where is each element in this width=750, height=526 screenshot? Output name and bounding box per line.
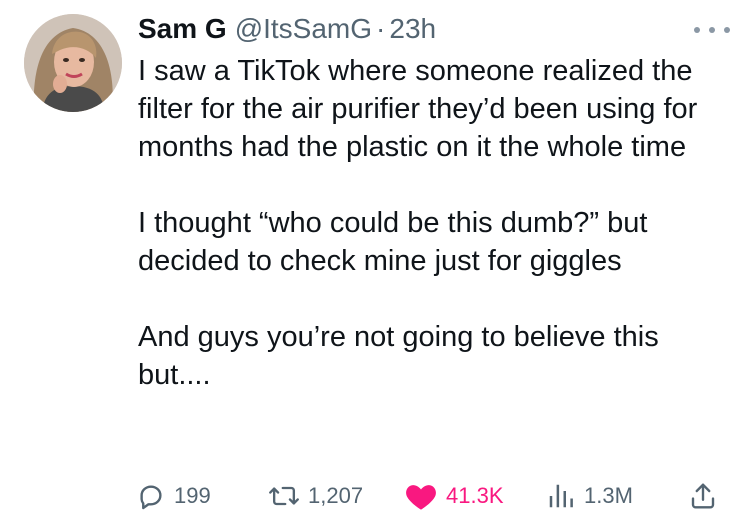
- more-dots-icon: [724, 27, 730, 33]
- more-options-button[interactable]: [694, 20, 730, 40]
- views-button[interactable]: 1.3M: [546, 478, 633, 514]
- retweet-count: 1,207: [308, 483, 364, 508]
- tweet-header: Sam G @ItsSamG · 23h: [138, 10, 436, 48]
- share-upload-icon: [691, 483, 715, 509]
- more-dots-icon: [694, 27, 700, 33]
- like-button[interactable]: 41.3K: [404, 478, 504, 514]
- share-button[interactable]: [688, 478, 718, 514]
- avatar[interactable]: [24, 14, 122, 112]
- heart-icon: [406, 485, 436, 510]
- like-count: 41.3K: [446, 483, 504, 508]
- timestamp[interactable]: 23h: [389, 13, 436, 45]
- user-handle[interactable]: @ItsSamG: [235, 13, 372, 45]
- tweet-text: I saw a TikTok where someone realized th…: [138, 52, 728, 394]
- retweet-arrows-icon: [269, 486, 299, 506]
- separator-dot: ·: [376, 13, 386, 44]
- views-count: 1.3M: [584, 483, 633, 508]
- more-dots-icon: [709, 27, 715, 33]
- tweet: Sam G @ItsSamG · 23h I saw a TikTok wher…: [0, 0, 750, 526]
- bar-chart-icon: [549, 484, 573, 508]
- reply-button[interactable]: 199: [136, 478, 211, 514]
- reply-count: 199: [174, 483, 211, 508]
- display-name[interactable]: Sam G: [138, 13, 227, 45]
- avatar-image: [24, 14, 122, 112]
- action-bar: 199 1,207 41.3K 1.3M: [136, 478, 726, 514]
- tweet-paragraph-3: And guys you’re not going to believe thi…: [138, 321, 659, 391]
- tweet-paragraph-2: I thought “who could be this dumb?” but …: [138, 207, 648, 277]
- tweet-paragraph-1: I saw a TikTok where someone realized th…: [138, 55, 698, 163]
- speech-bubble-icon: [140, 485, 162, 510]
- retweet-button[interactable]: 1,207: [268, 478, 363, 514]
